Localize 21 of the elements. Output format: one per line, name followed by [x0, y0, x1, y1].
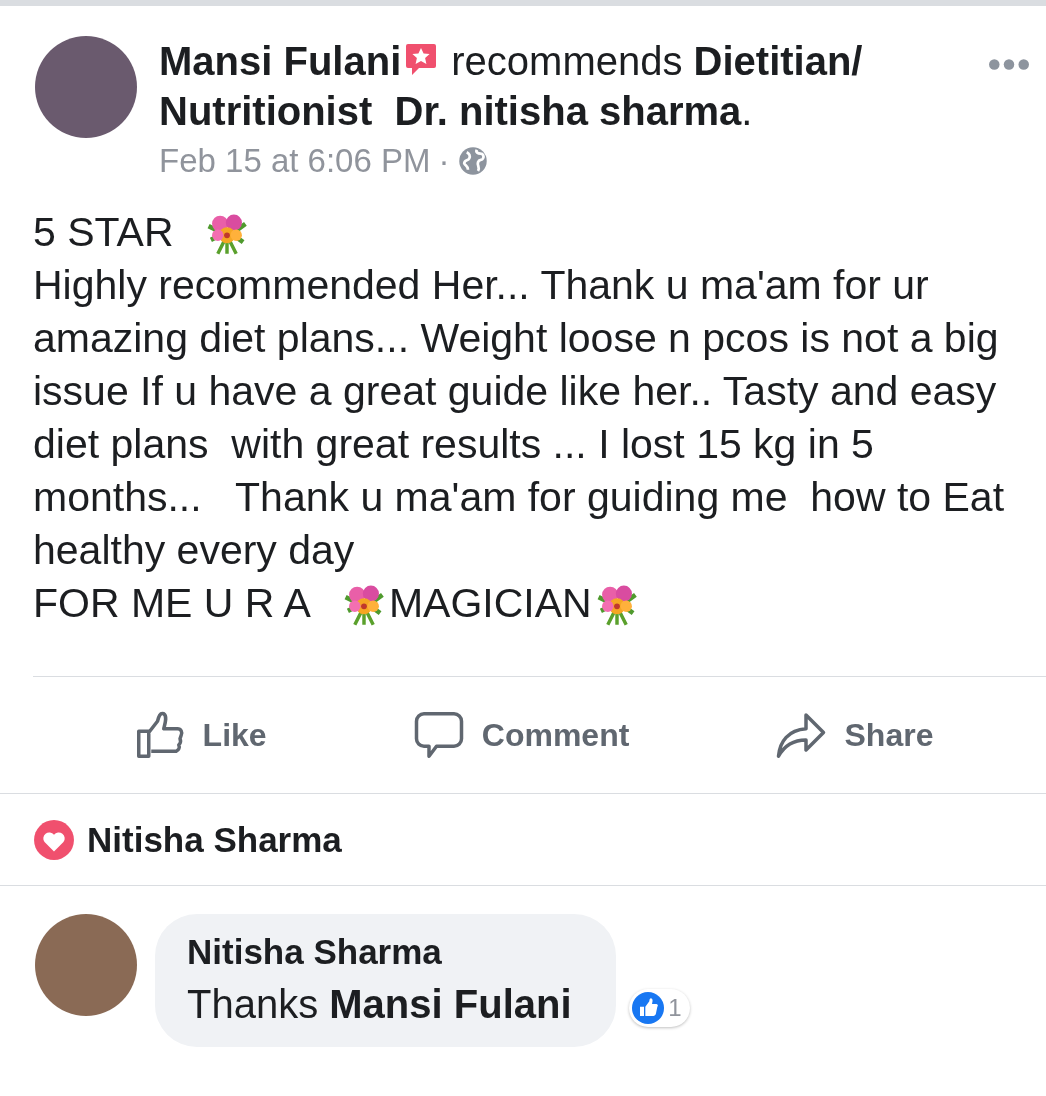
post-timestamp[interactable]: Feb 15 at 6:06 PM — [159, 142, 431, 180]
recommendation-text: recommends Dietitian/ — [451, 39, 863, 83]
post-text: MAGICIAN — [388, 580, 592, 626]
reactor-name[interactable]: Nitisha Sharma — [87, 819, 342, 860]
heart-reaction-icon — [33, 818, 75, 861]
post-action-button[interactable]: Comment — [403, 702, 638, 768]
recommendation-text: Nutritionist Dr. nitisha sharma. — [159, 88, 753, 135]
star-speech-bubble-icon — [405, 43, 438, 77]
post-text: 5 STAR — [33, 209, 174, 255]
globe-icon — [457, 146, 488, 176]
post-text: FOR ME U R A — [33, 580, 311, 626]
post-action-button[interactable]: Share — [766, 702, 942, 768]
thumbs-up-icon — [632, 992, 665, 1024]
like-count-badge[interactable]: 1 — [629, 989, 690, 1027]
author-name-link[interactable]: Mansi Fulani — [159, 39, 402, 83]
post-action-button[interactable]: Like — [124, 702, 275, 768]
comment-author-link[interactable]: Nitisha Sharma — [187, 932, 572, 972]
post-text: Highly recommended Her... Thank u ma'am for ur amazing diet plans... Weight loose n pcos is not a big issue If u have a great guide like her.. Tasty and easy diet plans with great results ... I lost 15 kg in 5 months... Thank u ma'am for guiding me how to Eat healthy every day — [33, 262, 1006, 573]
comment-text: Thanks Mansi Fulani — [187, 982, 572, 1027]
more-options-icon[interactable] — [988, 58, 1030, 71]
separator-dot: · — [438, 142, 450, 180]
